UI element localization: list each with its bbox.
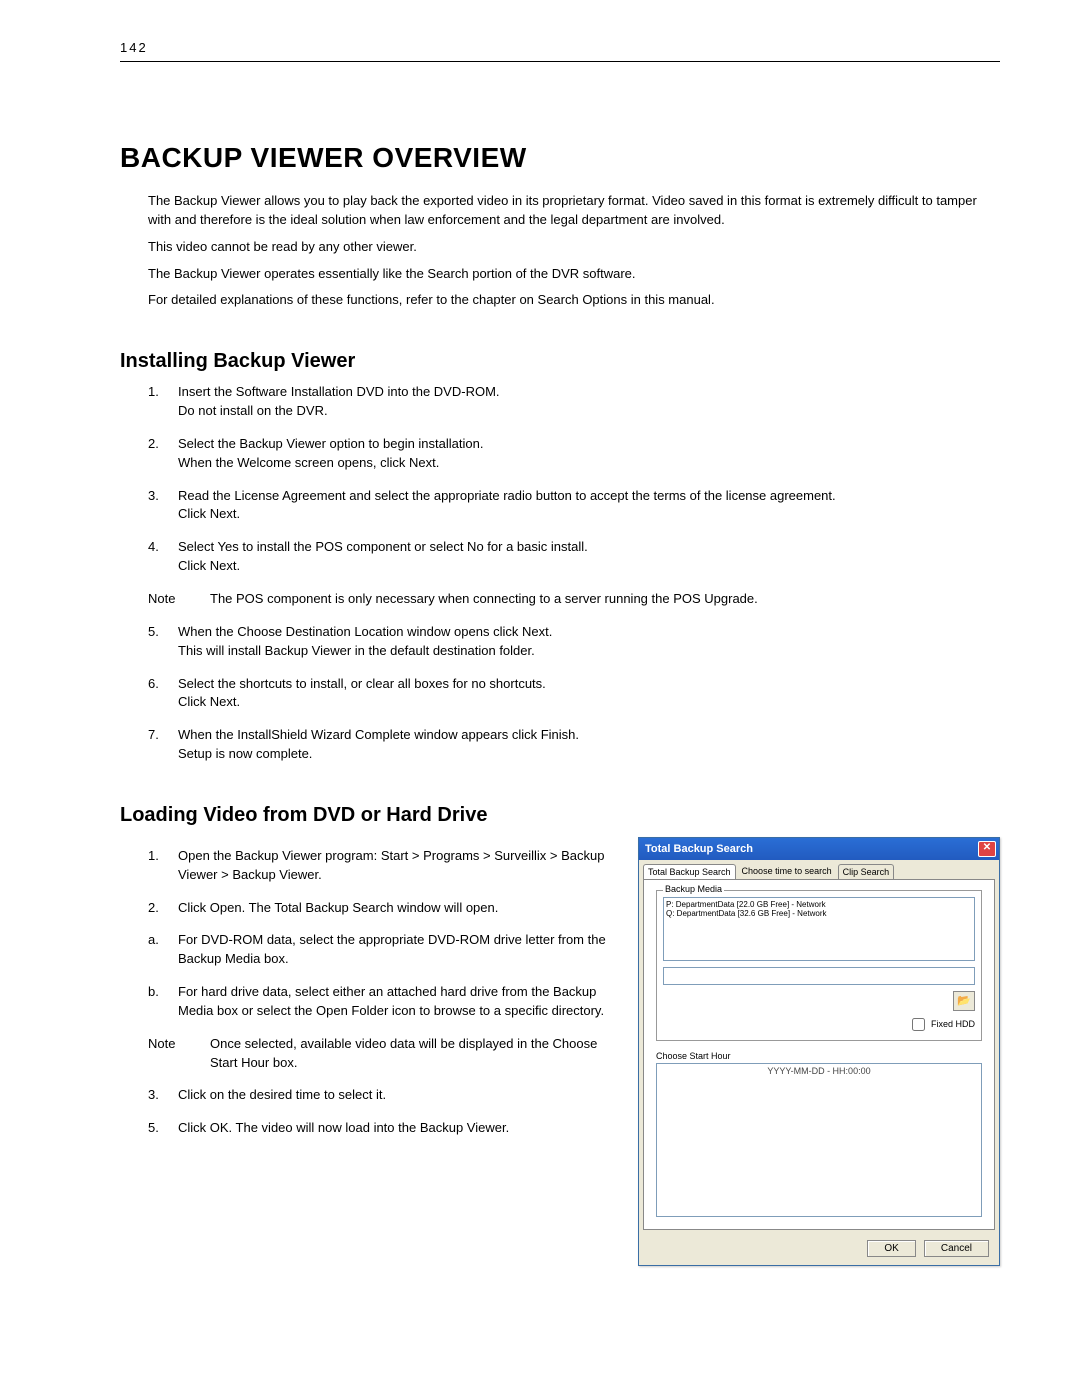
ok-button[interactable]: OK bbox=[867, 1240, 915, 1257]
step-num: 1. bbox=[148, 383, 178, 421]
heading-main: BACKUP VIEWER OVERVIEW bbox=[120, 142, 1000, 174]
step-num: 3. bbox=[148, 487, 178, 525]
total-backup-search-dialog: Total Backup Search ✕ Total Backup Searc… bbox=[638, 837, 1000, 1266]
step-num: 1. bbox=[148, 847, 178, 885]
step-num: 3. bbox=[148, 1086, 178, 1105]
start-hour-placeholder: YYYY-MM-DD - HH:00:00 bbox=[767, 1066, 870, 1076]
intro-p1: The Backup Viewer allows you to play bac… bbox=[120, 192, 1000, 230]
intro-p3: The Backup Viewer operates essentially l… bbox=[120, 265, 1000, 284]
path-input[interactable] bbox=[663, 967, 975, 985]
step-text: When the Choose Destination Location win… bbox=[178, 623, 1000, 661]
choose-start-hour-list[interactable]: YYYY-MM-DD - HH:00:00 bbox=[656, 1063, 982, 1217]
backup-media-legend: Backup Media bbox=[663, 884, 724, 894]
tab-clip-search[interactable]: Clip Search bbox=[838, 864, 895, 879]
step-num: 2. bbox=[148, 899, 178, 918]
step-text: Click OK. The video will now load into t… bbox=[178, 1119, 618, 1138]
step-text: Click on the desired time to select it. bbox=[178, 1086, 618, 1105]
tab-total-backup-search[interactable]: Total Backup Search bbox=[643, 864, 736, 879]
note-label: Note bbox=[148, 590, 210, 609]
note-label: Note bbox=[148, 1035, 210, 1073]
step-text: For hard drive data, select either an at… bbox=[178, 983, 618, 1021]
step-num: 5. bbox=[148, 1119, 178, 1138]
step-text: When the InstallShield Wizard Complete w… bbox=[178, 726, 1000, 764]
media-item[interactable]: P: DepartmentData [22.0 GB Free] - Netwo… bbox=[666, 900, 972, 910]
intro-p4: For detailed explanations of these funct… bbox=[120, 291, 1000, 310]
step-num: 4. bbox=[148, 538, 178, 576]
load-steps-2: 3.Click on the desired time to select it… bbox=[148, 1086, 618, 1138]
heading-install: Installing Backup Viewer bbox=[120, 350, 1000, 373]
choose-start-hour-label: Choose Start Hour bbox=[656, 1051, 982, 1061]
step-num: 7. bbox=[148, 726, 178, 764]
heading-load: Loading Video from DVD or Hard Drive bbox=[120, 804, 1000, 827]
step-num: 6. bbox=[148, 675, 178, 713]
cancel-button[interactable]: Cancel bbox=[924, 1240, 989, 1257]
fixed-hdd-label: Fixed HDD bbox=[931, 1019, 975, 1029]
page-number: 142 bbox=[120, 40, 1000, 61]
load-steps-1: 1.Open the Backup Viewer program: Start … bbox=[148, 847, 618, 1021]
close-button[interactable]: ✕ bbox=[978, 841, 996, 857]
install-steps-1: 1.Insert the Software Installation DVD i… bbox=[148, 383, 1000, 576]
media-item[interactable]: Q: DepartmentData [32.6 GB Free] - Netwo… bbox=[666, 909, 972, 919]
install-steps-2: 5.When the Choose Destination Location w… bbox=[148, 623, 1000, 764]
folder-icon: 📂 bbox=[957, 994, 971, 1007]
step-num: a. bbox=[148, 931, 178, 969]
step-num: 2. bbox=[148, 435, 178, 473]
tab-choose-time-label: Choose time to search bbox=[740, 866, 834, 876]
step-text: Open the Backup Viewer program: Start > … bbox=[178, 847, 618, 885]
install-note: Note The POS component is only necessary… bbox=[148, 590, 1000, 609]
backup-media-list[interactable]: P: DepartmentData [22.0 GB Free] - Netwo… bbox=[663, 897, 975, 961]
step-text: Click Open. The Total Backup Search wind… bbox=[178, 899, 618, 918]
dialog-title: Total Backup Search bbox=[645, 843, 753, 855]
backup-media-group: Backup Media P: DepartmentData [22.0 GB … bbox=[656, 890, 982, 1041]
step-text: Read the License Agreement and select th… bbox=[178, 487, 1000, 525]
step-text: Select Yes to install the POS component … bbox=[178, 538, 1000, 576]
load-note: Note Once selected, available video data… bbox=[148, 1035, 618, 1073]
step-text: For DVD-ROM data, select the appropriate… bbox=[178, 931, 618, 969]
open-folder-button[interactable]: 📂 bbox=[953, 991, 975, 1011]
step-num: 5. bbox=[148, 623, 178, 661]
note-text: Once selected, available video data will… bbox=[210, 1035, 618, 1073]
note-text: The POS component is only necessary when… bbox=[210, 590, 758, 609]
step-num: b. bbox=[148, 983, 178, 1021]
step-text: Select the shortcuts to install, or clea… bbox=[178, 675, 1000, 713]
intro-p2: This video cannot be read by any other v… bbox=[120, 238, 1000, 257]
step-text: Select the Backup Viewer option to begin… bbox=[178, 435, 1000, 473]
fixed-hdd-checkbox[interactable] bbox=[912, 1018, 925, 1031]
step-text: Insert the Software Installation DVD int… bbox=[178, 383, 1000, 421]
